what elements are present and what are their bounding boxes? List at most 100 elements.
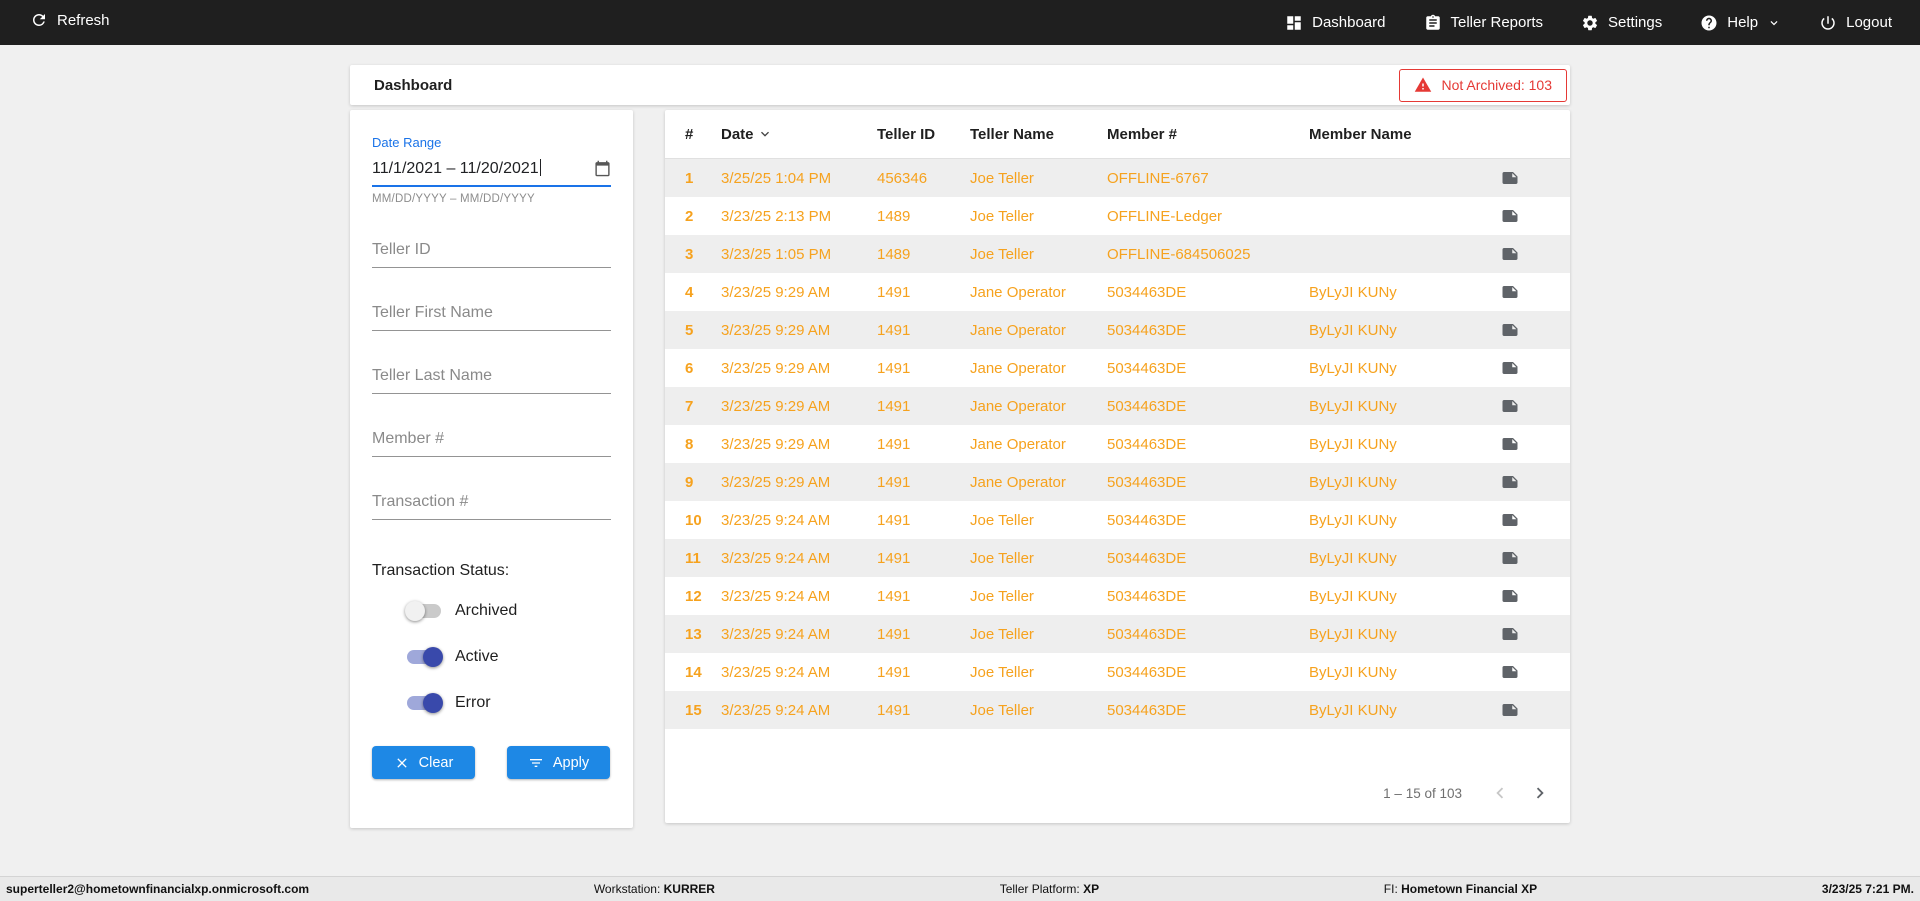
filter-panel: Date Range 11/1/2021 – 11/20/2021 MM/DD/… xyxy=(350,110,633,828)
page-title: Dashboard xyxy=(374,76,453,94)
table-row[interactable]: 5 3/23/25 9:29 AM 1491 Jane Operator 503… xyxy=(665,311,1570,349)
cell-date: 3/23/25 9:24 AM xyxy=(721,549,831,567)
nav-help[interactable]: Help xyxy=(1700,14,1781,32)
teller-id-input[interactable] xyxy=(372,235,611,268)
note-icon[interactable] xyxy=(1499,433,1521,455)
cell-teller-id: 1491 xyxy=(877,283,911,301)
cell-row-number: 9 xyxy=(685,473,694,491)
cell-teller-name: Jane Operator xyxy=(970,435,1066,453)
nav-settings[interactable]: Settings xyxy=(1581,14,1662,32)
status-bar-datetime: 3/23/25 7:21 PM. xyxy=(1821,882,1914,896)
table-row[interactable]: 11 3/23/25 9:24 AM 1491 Joe Teller 50344… xyxy=(665,539,1570,577)
clear-button[interactable]: Clear xyxy=(372,746,475,779)
refresh-button[interactable]: Refresh xyxy=(30,11,110,29)
nav-dashboard-label: Dashboard xyxy=(1312,14,1386,31)
transaction-number-input[interactable] xyxy=(372,487,611,520)
table-row[interactable]: 4 3/23/25 9:29 AM 1491 Jane Operator 503… xyxy=(665,273,1570,311)
cell-row-number: 2 xyxy=(685,207,694,225)
cell-row-number: 10 xyxy=(685,511,702,529)
note-icon[interactable] xyxy=(1499,205,1521,227)
table-body: 1 3/25/25 1:04 PM 456346 Joe Teller OFFL… xyxy=(665,159,1570,729)
cell-row-number: 13 xyxy=(685,625,702,643)
warning-triangle-icon xyxy=(1414,76,1432,94)
teller-first-name-input[interactable] xyxy=(372,298,611,331)
note-icon[interactable] xyxy=(1499,547,1521,569)
note-icon[interactable] xyxy=(1499,623,1521,645)
table-row[interactable]: 9 3/23/25 9:29 AM 1491 Jane Operator 503… xyxy=(665,463,1570,501)
power-icon xyxy=(1819,14,1837,32)
table-row[interactable]: 2 3/23/25 2:13 PM 1489 Joe Teller OFFLIN… xyxy=(665,197,1570,235)
cell-member-name: ByLyJI KUNy xyxy=(1309,321,1397,339)
date-range-helper: MM/DD/YYYY – MM/DD/YYYY xyxy=(372,193,535,205)
cell-row-number: 12 xyxy=(685,587,702,605)
note-icon[interactable] xyxy=(1499,243,1521,265)
cell-member-name: ByLyJI KUNy xyxy=(1309,663,1397,681)
cell-date: 3/23/25 9:29 AM xyxy=(721,435,831,453)
cell-teller-name: Joe Teller xyxy=(970,587,1034,605)
date-range-value: 11/1/2021 – 11/20/2021 xyxy=(372,159,594,178)
previous-page-button[interactable] xyxy=(1482,775,1518,811)
note-icon[interactable] xyxy=(1499,357,1521,379)
column-header-date[interactable]: Date xyxy=(721,126,877,143)
table-row[interactable]: 6 3/23/25 9:29 AM 1491 Jane Operator 503… xyxy=(665,349,1570,387)
table-row[interactable]: 15 3/23/25 9:24 AM 1491 Joe Teller 50344… xyxy=(665,691,1570,729)
note-icon[interactable] xyxy=(1499,281,1521,303)
page-header-card: Dashboard Not Archived: 103 xyxy=(350,65,1570,105)
note-icon[interactable] xyxy=(1499,471,1521,493)
cell-teller-id: 1489 xyxy=(877,207,911,225)
cell-member-number: 5034463DE xyxy=(1107,625,1187,643)
note-icon[interactable] xyxy=(1499,167,1521,189)
cell-row-number: 5 xyxy=(685,321,694,339)
column-header-teller-name[interactable]: Teller Name xyxy=(970,126,1107,143)
cell-teller-id: 1491 xyxy=(877,359,911,377)
help-icon xyxy=(1700,14,1718,32)
apply-button-label: Apply xyxy=(552,754,590,771)
archived-toggle[interactable] xyxy=(405,599,443,623)
cell-teller-id: 1491 xyxy=(877,701,911,719)
active-toggle[interactable] xyxy=(405,645,443,669)
table-row[interactable]: 10 3/23/25 9:24 AM 1491 Joe Teller 50344… xyxy=(665,501,1570,539)
dashboard-icon xyxy=(1285,14,1303,32)
column-header-member-number[interactable]: Member # xyxy=(1107,126,1309,143)
teller-last-name-input[interactable] xyxy=(372,361,611,394)
table-row[interactable]: 13 3/23/25 9:24 AM 1491 Joe Teller 50344… xyxy=(665,615,1570,653)
table-row[interactable]: 7 3/23/25 9:29 AM 1491 Jane Operator 503… xyxy=(665,387,1570,425)
nav-teller-reports[interactable]: Teller Reports xyxy=(1424,14,1543,32)
cell-teller-id: 1491 xyxy=(877,321,911,339)
not-archived-badge[interactable]: Not Archived: 103 xyxy=(1399,68,1567,102)
cell-member-number: 5034463DE xyxy=(1107,701,1187,719)
clear-x-icon xyxy=(394,755,410,771)
cell-member-number: 5034463DE xyxy=(1107,283,1187,301)
table-row[interactable]: 12 3/23/25 9:24 AM 1491 Joe Teller 50344… xyxy=(665,577,1570,615)
note-icon[interactable] xyxy=(1499,319,1521,341)
note-icon[interactable] xyxy=(1499,699,1521,721)
table-row[interactable]: 1 3/25/25 1:04 PM 456346 Joe Teller OFFL… xyxy=(665,159,1570,197)
column-header-member-name[interactable]: Member Name xyxy=(1309,126,1470,143)
topbar-left: Refresh xyxy=(30,11,110,34)
column-header-teller-id[interactable]: Teller ID xyxy=(877,126,970,143)
nav-dashboard[interactable]: Dashboard xyxy=(1285,14,1386,32)
nav-settings-label: Settings xyxy=(1608,14,1663,31)
nav-logout[interactable]: Logout xyxy=(1819,14,1892,32)
next-page-button[interactable] xyxy=(1522,775,1558,811)
date-range-input[interactable]: 11/1/2021 – 11/20/2021 xyxy=(372,152,611,187)
apply-button[interactable]: Apply xyxy=(507,746,610,779)
cell-teller-id: 1491 xyxy=(877,397,911,415)
note-icon[interactable] xyxy=(1499,395,1521,417)
member-number-input[interactable] xyxy=(372,424,611,457)
cell-date: 3/23/25 9:29 AM xyxy=(721,473,831,491)
cell-teller-id: 1491 xyxy=(877,663,911,681)
calendar-icon[interactable] xyxy=(594,160,611,177)
cell-row-number: 4 xyxy=(685,283,694,301)
table-row[interactable]: 3 3/23/25 1:05 PM 1489 Joe Teller OFFLIN… xyxy=(665,235,1570,273)
table-row[interactable]: 8 3/23/25 9:29 AM 1491 Jane Operator 503… xyxy=(665,425,1570,463)
note-icon[interactable] xyxy=(1499,585,1521,607)
note-icon[interactable] xyxy=(1499,509,1521,531)
error-toggle[interactable] xyxy=(405,691,443,715)
cell-row-number: 8 xyxy=(685,435,694,453)
toggle-row-active: Active xyxy=(405,642,611,672)
cell-member-number: 5034463DE xyxy=(1107,473,1187,491)
table-row[interactable]: 14 3/23/25 9:24 AM 1491 Joe Teller 50344… xyxy=(665,653,1570,691)
note-icon[interactable] xyxy=(1499,661,1521,683)
reports-icon xyxy=(1424,14,1442,32)
